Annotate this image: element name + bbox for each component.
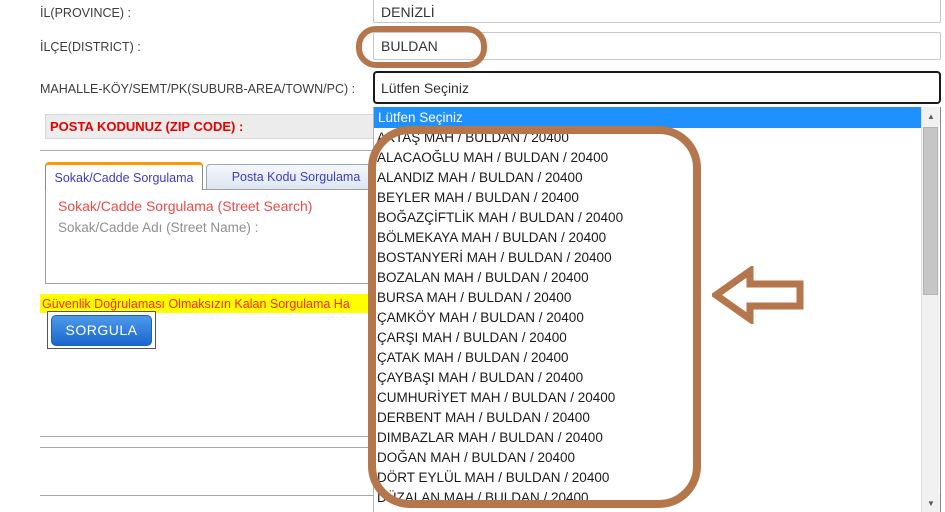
dropdown-option[interactable]: CUMHURİYET MAH / BULDAN / 20400 bbox=[374, 388, 923, 408]
street-name-label: Sokak/Cadde Adı (Street Name) : bbox=[58, 220, 259, 235]
dropdown-option[interactable]: DIMBAZLAR MAH / BULDAN / 20400 bbox=[374, 428, 923, 448]
suburb-select[interactable]: Lütfen Seçiniz bbox=[373, 71, 941, 104]
dropdown-option[interactable]: ALANDIZ MAH / BULDAN / 20400 bbox=[374, 168, 923, 188]
dropdown-option[interactable]: BEYLER MAH / BULDAN / 20400 bbox=[374, 188, 923, 208]
dropdown-option[interactable]: BÖLMEKAYA MAH / BULDAN / 20400 bbox=[374, 228, 923, 248]
suburb-dropdown-list: Lütfen Seçiniz AKTAŞ MAH / BULDAN / 2040… bbox=[373, 107, 941, 512]
dropdown-scrollbar[interactable]: ▲ ▼ bbox=[921, 107, 940, 512]
province-label: İL(PROVINCE) : bbox=[40, 6, 131, 20]
dropdown-option[interactable]: ALACAOĞLU MAH / BULDAN / 20400 bbox=[374, 148, 923, 168]
scroll-down-icon[interactable]: ▼ bbox=[922, 494, 940, 512]
dropdown-option[interactable]: BOZALAN MAH / BULDAN / 20400 bbox=[374, 268, 923, 288]
tab-postal-code-search[interactable]: Posta Kodu Sorgulama bbox=[206, 164, 386, 190]
dropdown-option[interactable]: DOĞAN MAH / BULDAN / 20400 bbox=[374, 448, 923, 468]
street-search-title: Sokak/Cadde Sorgulama (Street Search) bbox=[58, 198, 313, 214]
dropdown-option[interactable]: AKTAŞ MAH / BULDAN / 20400 bbox=[374, 128, 923, 148]
district-label: İLÇE(DISTRICT) : bbox=[40, 40, 141, 54]
dropdown-option[interactable]: ÇAMKÖY MAH / BULDAN / 20400 bbox=[374, 308, 923, 328]
query-button-frame: SORGULA bbox=[47, 311, 156, 349]
dropdown-option[interactable]: BOĞAZÇİFTLİK MAH / BULDAN / 20400 bbox=[374, 208, 923, 228]
divider bbox=[40, 447, 385, 448]
dropdown-option[interactable]: BOSTANYERİ MAH / BULDAN / 20400 bbox=[374, 248, 923, 268]
dropdown-option-selected[interactable]: Lütfen Seçiniz bbox=[374, 107, 923, 128]
zip-code-label: POSTA KODUNUZ (ZIP CODE) : bbox=[50, 119, 244, 134]
district-field[interactable]: BULDAN bbox=[373, 32, 941, 60]
dropdown-option[interactable]: DERBENT MAH / BULDAN / 20400 bbox=[374, 408, 923, 428]
dropdown-option[interactable]: BURSA MAH / BULDAN / 20400 bbox=[374, 288, 923, 308]
province-field[interactable]: DENİZLİ bbox=[373, 0, 941, 23]
dropdown-option[interactable]: DÖRT EYLÜL MAH / BULDAN / 20400 bbox=[374, 468, 923, 488]
dropdown-option[interactable]: ÇAYBAŞI MAH / BULDAN / 20400 bbox=[374, 368, 923, 388]
dropdown-option[interactable]: ÇARŞI MAH / BULDAN / 20400 bbox=[374, 328, 923, 348]
divider bbox=[40, 150, 385, 151]
scroll-up-icon[interactable]: ▲ bbox=[922, 107, 940, 125]
dropdown-options: AKTAŞ MAH / BULDAN / 20400 ALACAOĞLU MAH… bbox=[374, 128, 923, 508]
postal-code-lookup-page: İL(PROVINCE) : İLÇE(DISTRICT) : MAHALLE-… bbox=[0, 0, 945, 512]
dropdown-option[interactable]: ÇATAK MAH / BULDAN / 20400 bbox=[374, 348, 923, 368]
scrollbar-thumb[interactable] bbox=[923, 127, 938, 295]
street-search-panel: Sokak/Cadde Sorgulama (Street Search) So… bbox=[45, 189, 385, 284]
query-button[interactable]: SORGULA bbox=[51, 314, 152, 346]
divider bbox=[40, 495, 385, 496]
tab-street-search[interactable]: Sokak/Cadde Sorgulama bbox=[45, 162, 203, 190]
divider bbox=[40, 436, 385, 437]
dropdown-option[interactable]: DÜZALAN MAH / BULDAN / 20400 bbox=[374, 488, 923, 508]
suburb-label: MAHALLE-KÖY/SEMT/PK(SUBURB-AREA/TOWN/PC)… bbox=[40, 82, 356, 96]
zip-code-row: POSTA KODUNUZ (ZIP CODE) : bbox=[45, 114, 385, 139]
